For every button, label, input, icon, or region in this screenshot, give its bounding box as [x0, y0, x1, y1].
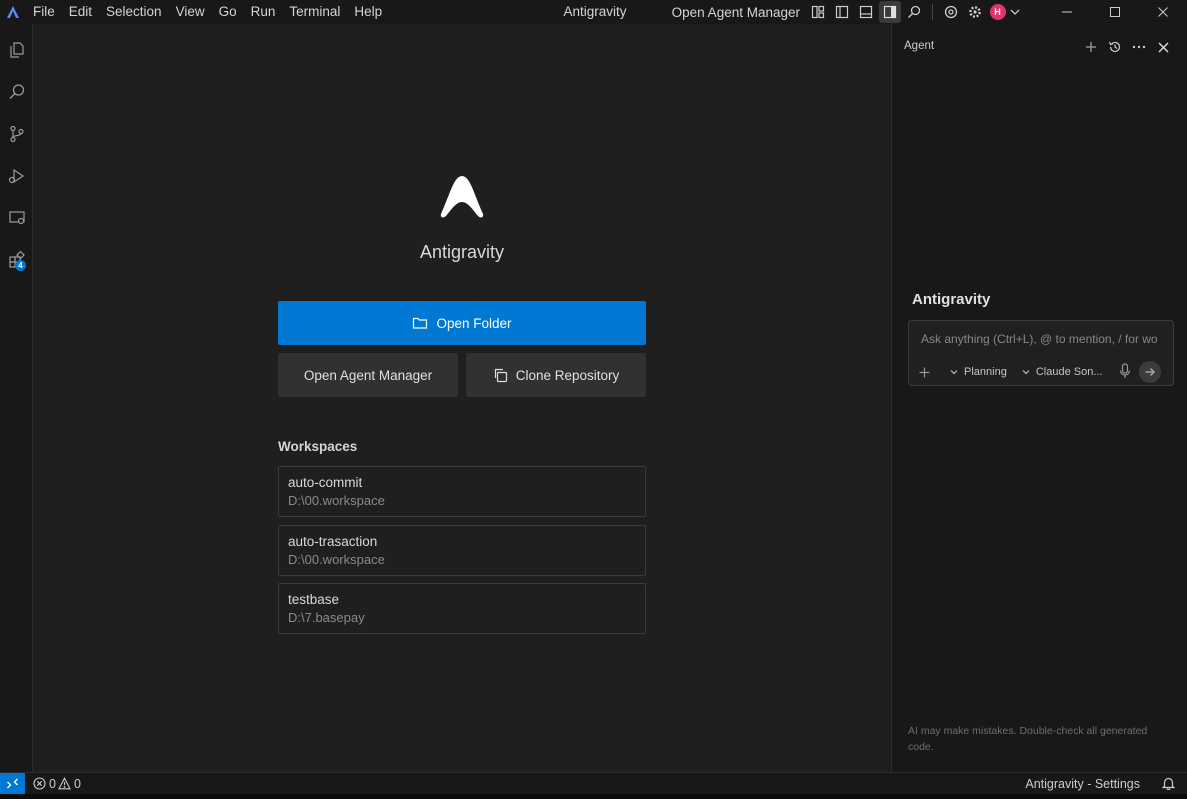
search-icon[interactable]	[903, 1, 925, 23]
clone-repository-button[interactable]: Clone Repository	[466, 353, 646, 397]
remote-explorer-icon[interactable]	[0, 202, 33, 234]
workspaces-heading: Workspaces	[278, 439, 358, 454]
history-icon[interactable]	[1103, 38, 1127, 56]
open-folder-button[interactable]: Open Folder	[278, 301, 646, 345]
open-folder-label: Open Folder	[436, 315, 512, 331]
avatar: H	[989, 4, 1006, 20]
app-name: Antigravity	[419, 242, 505, 262]
new-chat-icon[interactable]	[1079, 38, 1103, 56]
send-button[interactable]	[1139, 361, 1161, 383]
customize-layout-icon[interactable]	[807, 1, 829, 23]
error-count: 0	[49, 776, 56, 791]
menu-run[interactable]: Run	[244, 0, 283, 24]
workspace-name: auto-commit	[288, 475, 363, 490]
chevron-down-icon	[950, 370, 958, 375]
remote-indicator-button[interactable]	[0, 772, 25, 795]
agent-prompt-box: Planning Claude Son...	[908, 320, 1174, 386]
mode-selector[interactable]: Planning	[949, 366, 1007, 378]
problems-indicator[interactable]: 0 0	[33, 777, 83, 791]
source-control-icon[interactable]	[0, 118, 33, 150]
menu-bar: File Edit Selection View Go Run Terminal…	[26, 0, 389, 24]
agent-panel: Agent Antigravity Planning Clau	[891, 24, 1187, 772]
minimize-button[interactable]	[1043, 0, 1091, 24]
workspace-item[interactable]: auto-commit D:\00.workspace	[278, 466, 646, 517]
menu-help[interactable]: Help	[347, 0, 389, 24]
error-icon	[33, 777, 46, 790]
toggle-secondary-sidebar-icon[interactable]	[879, 1, 901, 23]
arrow-right-icon	[1145, 368, 1155, 376]
gear-icon[interactable]	[964, 1, 986, 23]
status-bar: 0 0 Antigravity - Settings	[0, 772, 1187, 795]
more-actions-icon[interactable]	[1127, 38, 1151, 56]
title-bar-actions: Open Agent Manager H	[672, 0, 1187, 24]
taskbar-edge	[0, 794, 1187, 799]
search-view-icon[interactable]	[0, 76, 33, 108]
agent-heading: Antigravity	[912, 291, 991, 308]
toggle-primary-sidebar-icon[interactable]	[831, 1, 853, 23]
close-icon[interactable]	[1151, 38, 1175, 56]
workspace-path: D:\00.workspace	[288, 493, 385, 508]
workspace-name: auto-trasaction	[288, 534, 378, 549]
run-debug-icon[interactable]	[0, 160, 33, 192]
remote-icon	[7, 778, 18, 789]
workspace-item[interactable]: auto-trasaction D:\00.workspace	[278, 525, 646, 576]
workspace-path: D:\7.basepay	[288, 610, 365, 625]
ai-disclaimer: AI may make mistakes. Double-check all g…	[908, 725, 1148, 753]
workspace-name: testbase	[288, 592, 340, 607]
activity-bar: 4	[0, 24, 33, 772]
menu-edit[interactable]: Edit	[62, 0, 99, 24]
browser-icon[interactable]	[940, 1, 962, 23]
close-window-button[interactable]	[1139, 0, 1187, 24]
open-agent-manager-label: Open Agent Manager	[303, 367, 433, 383]
agent-panel-actions	[1079, 38, 1175, 56]
menu-selection[interactable]: Selection	[99, 0, 169, 24]
toggle-panel-icon[interactable]	[855, 1, 877, 23]
menu-go[interactable]: Go	[212, 0, 244, 24]
warning-count: 0	[73, 776, 81, 791]
maximize-button[interactable]	[1091, 0, 1139, 24]
microphone-icon[interactable]	[1119, 363, 1131, 382]
title-bar: File Edit Selection View Go Run Terminal…	[0, 0, 1187, 24]
menu-terminal[interactable]: Terminal	[282, 0, 347, 24]
antigravity-logo-icon	[440, 176, 484, 218]
open-agent-manager-button[interactable]: Open Agent Manager	[278, 353, 458, 397]
prompt-toolbar: Planning Claude Son...	[919, 361, 1167, 383]
workspace-path: D:\00.workspace	[288, 552, 385, 567]
chevron-down-icon	[1022, 370, 1030, 375]
extensions-icon[interactable]: 4	[0, 244, 33, 276]
agent-prompt-input[interactable]	[921, 332, 1165, 346]
model-label: Claude Son...	[1035, 366, 1103, 378]
mode-label: Planning	[964, 366, 1007, 378]
title-separator	[932, 4, 933, 20]
folder-icon	[413, 317, 428, 329]
clone-icon	[494, 368, 507, 382]
app-logo-icon[interactable]	[0, 0, 26, 24]
add-context-button[interactable]	[919, 367, 935, 378]
agent-panel-title: Agent	[904, 40, 935, 52]
settings-status-item[interactable]: Antigravity - Settings	[1025, 777, 1140, 791]
workspace-item[interactable]: testbase D:\7.basepay	[278, 583, 646, 634]
window-title: Antigravity	[563, 4, 627, 19]
welcome-page: Antigravity Open Folder Open Agent Manag…	[33, 24, 891, 772]
menu-file[interactable]: File	[26, 0, 62, 24]
clone-repository-label: Clone Repository	[515, 367, 620, 383]
bell-icon[interactable]	[1161, 776, 1176, 793]
menu-view[interactable]: View	[169, 0, 212, 24]
chevron-down-icon	[1010, 9, 1019, 15]
explorer-icon[interactable]	[0, 34, 33, 66]
model-selector[interactable]: Claude Son...	[1021, 366, 1103, 378]
extensions-badge: 4	[15, 260, 26, 271]
account-menu[interactable]: H	[988, 1, 1022, 23]
warning-icon	[58, 777, 71, 790]
status-right: Antigravity - Settings	[1025, 773, 1176, 795]
plus-icon	[919, 367, 930, 377]
open-agent-manager-link[interactable]: Open Agent Manager	[672, 5, 800, 20]
